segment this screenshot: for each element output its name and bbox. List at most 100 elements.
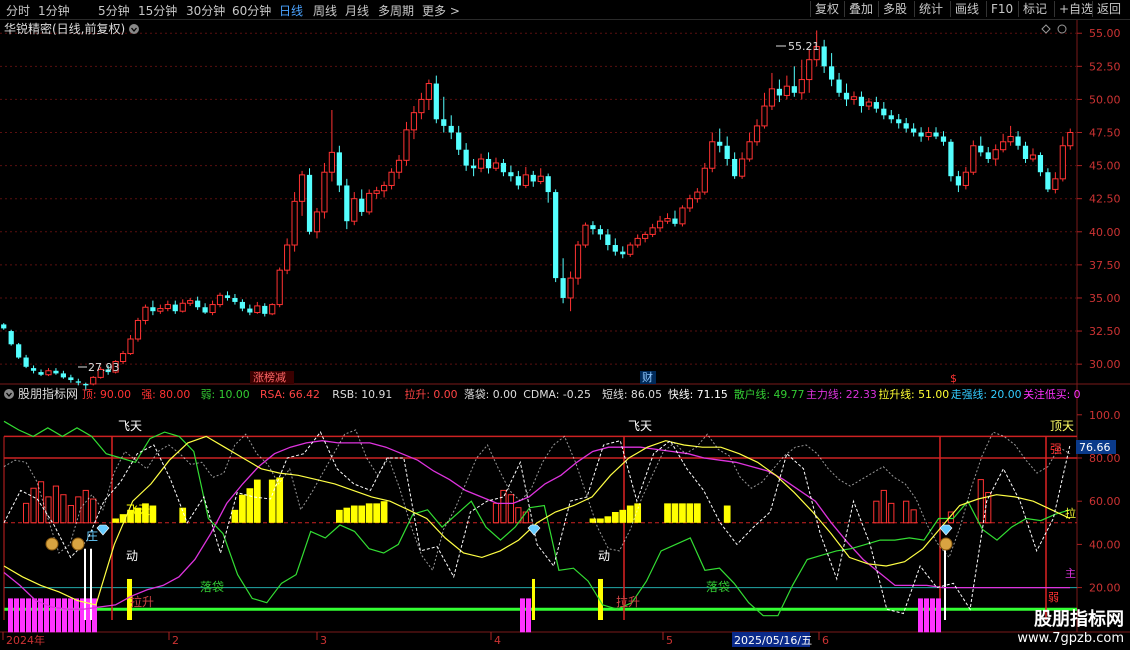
red-bar xyxy=(52,485,60,524)
candle-body xyxy=(896,119,902,124)
magenta-block xyxy=(14,598,19,633)
candle-body xyxy=(269,304,276,315)
candle-body xyxy=(433,83,439,120)
zhu-label: 主 xyxy=(1065,567,1076,580)
indicator-param: 落袋: 0.00 xyxy=(464,387,517,401)
indicator-tick-label: 20.00 xyxy=(1089,582,1121,595)
zhuang-label: 庄 xyxy=(86,528,98,543)
indicator-param: 拉升线: 51.00 xyxy=(879,387,950,401)
ruo-label: 弱 xyxy=(1048,591,1059,604)
magenta-block xyxy=(930,598,935,633)
magenta-block xyxy=(918,598,923,633)
money-bag-icon xyxy=(45,537,59,551)
yellow-bar xyxy=(723,505,731,523)
candle-body xyxy=(1,324,7,329)
price-tick-label: 35.00 xyxy=(1089,292,1121,305)
candle-body xyxy=(821,46,827,67)
x-tick-label: 6 xyxy=(822,634,829,647)
candle-body xyxy=(717,141,723,146)
candle-body xyxy=(30,368,37,371)
candle-body xyxy=(247,308,253,313)
candle-body xyxy=(597,229,604,235)
candle-body xyxy=(366,192,373,213)
candle-body xyxy=(933,132,939,137)
chart-title: 华锐精密(日线,前复权) xyxy=(4,21,125,36)
circle-icon[interactable] xyxy=(1057,24,1067,34)
indicator-param: CDMA: -0.25 xyxy=(523,388,591,401)
candle-body xyxy=(746,141,753,160)
feitian-label: 飞天 xyxy=(126,503,150,517)
candle-body xyxy=(38,372,44,375)
candle-body xyxy=(612,245,618,252)
stock-chart[interactable]: 55.00 52.50 50.00 47.50 45.00 42.50 40.00 37.50… xyxy=(0,0,1130,650)
candle-body xyxy=(373,190,380,194)
indicator-tick-label: 40.00 xyxy=(1089,538,1121,551)
pull-line xyxy=(3,435,1071,606)
red-bar xyxy=(60,494,67,524)
event-badge-text: 涨榜减 xyxy=(253,370,286,384)
yellow-bar xyxy=(276,477,284,523)
candle-body xyxy=(298,174,306,202)
candle-body xyxy=(1000,141,1007,151)
red-bar xyxy=(82,489,89,524)
red-bar xyxy=(500,489,507,524)
candle-body xyxy=(127,338,134,355)
candle-body xyxy=(216,294,224,306)
candle-body xyxy=(709,141,716,169)
candle-body xyxy=(1067,132,1074,147)
magenta-block xyxy=(56,598,61,633)
diamond-icon[interactable] xyxy=(1041,24,1051,34)
chevron-down-icon[interactable] xyxy=(129,24,139,34)
red-bar xyxy=(888,502,895,524)
candle-body xyxy=(1022,145,1029,159)
candle-body xyxy=(410,112,418,131)
indicator-param: 散户线: 49.77 xyxy=(734,387,805,401)
x-tick-label: 2024年 xyxy=(6,633,45,647)
candle-body xyxy=(515,176,521,186)
yellow-bar xyxy=(679,503,686,523)
candle-body xyxy=(948,141,954,177)
candle-body xyxy=(768,88,776,107)
candle-body xyxy=(328,151,336,173)
indicator-title: 股朋指标网 xyxy=(18,386,78,401)
candle-body xyxy=(470,165,477,169)
red-bar xyxy=(873,500,880,524)
price-tick-label: 45.00 xyxy=(1089,160,1121,173)
x-tick-label: 4 xyxy=(494,634,501,647)
yellow-bar xyxy=(343,507,351,523)
high-price-label: 55.21 xyxy=(788,40,820,53)
indicator-tick-label: 60.00 xyxy=(1089,495,1121,508)
yellow-bar xyxy=(239,494,246,523)
yellow-bar xyxy=(604,516,612,523)
candle-body xyxy=(321,171,328,213)
candle-body xyxy=(522,174,529,186)
luodai-label: 落袋 xyxy=(706,580,730,594)
diamond-gem-icon xyxy=(527,524,541,536)
candle-body xyxy=(262,305,268,314)
dong-label: 动 xyxy=(598,549,610,563)
red-bar xyxy=(492,502,500,524)
candle-body xyxy=(83,384,89,386)
candle-body xyxy=(791,86,797,93)
candle-body xyxy=(239,301,246,309)
candle-body xyxy=(351,198,358,222)
candle-body xyxy=(508,172,514,177)
magenta-block xyxy=(50,598,55,633)
candle-body xyxy=(1007,135,1014,143)
candle-body xyxy=(732,158,738,177)
x-tick-label: 2 xyxy=(172,634,179,647)
quick-line xyxy=(3,429,1071,572)
dong-label: 动 xyxy=(126,549,138,563)
candle-body xyxy=(836,79,842,93)
red-bar xyxy=(903,500,910,524)
magenta-block xyxy=(44,598,49,633)
candle-body xyxy=(202,307,208,313)
candle-body xyxy=(873,102,879,109)
candle-body xyxy=(940,136,947,142)
indicator-param: 弱: 10.00 xyxy=(201,388,250,401)
magenta-block xyxy=(62,598,67,633)
price-tick-label: 52.50 xyxy=(1089,60,1121,73)
candle-body xyxy=(232,297,238,302)
candle-body xyxy=(582,224,589,246)
chevron-down-icon[interactable] xyxy=(4,389,14,399)
